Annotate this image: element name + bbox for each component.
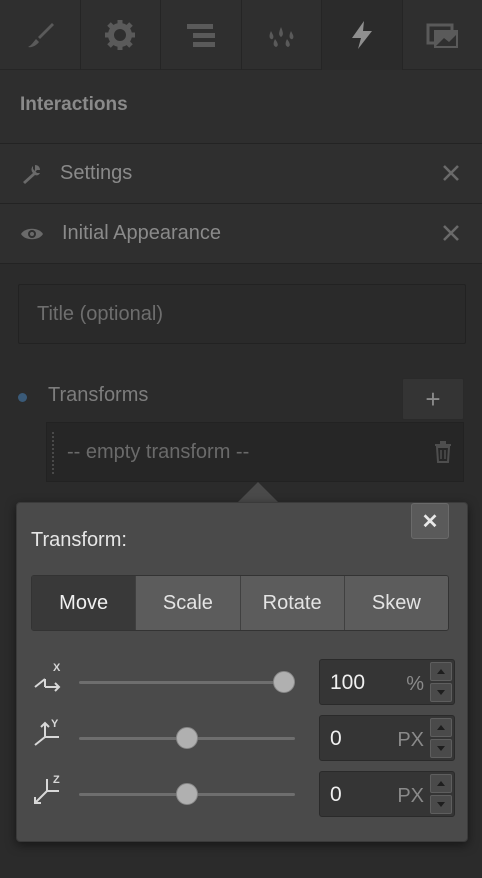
drops-icon: [269, 27, 294, 47]
mode-move-button[interactable]: Move: [32, 576, 137, 630]
axis-z-stepper[interactable]: [430, 774, 452, 814]
lightning-icon: [351, 21, 372, 49]
axis-y-row: Y 0 PX: [31, 715, 455, 763]
section-settings[interactable]: Settings: [0, 144, 482, 204]
wrench-icon: [23, 164, 40, 184]
axis-x-value-field[interactable]: 100 %: [319, 659, 455, 705]
tab-swatches[interactable]: [242, 0, 322, 70]
axis-x-slider-track[interactable]: [79, 681, 295, 684]
popover-close-button[interactable]: ✕: [411, 503, 449, 539]
axis-z-step-down[interactable]: [430, 795, 452, 814]
plus-icon: +: [425, 383, 441, 414]
axis-y-value-field[interactable]: 0 PX: [319, 715, 455, 761]
axis-z-icon: Z: [34, 774, 60, 804]
axis-y-step-up[interactable]: [430, 718, 452, 737]
toolbar: [0, 0, 482, 70]
close-icon[interactable]: [440, 162, 462, 184]
transform-item-label: -- empty transform --: [67, 440, 250, 463]
mode-rotate-button[interactable]: Rotate: [240, 576, 345, 630]
transform-list-item[interactable]: -- empty transform --: [46, 422, 464, 482]
axis-y-stepper[interactable]: [430, 718, 452, 758]
section-initial-appearance-label: Initial Appearance: [62, 222, 222, 244]
axis-z-value-field[interactable]: 0 PX: [319, 771, 455, 817]
axis-z-value[interactable]: 0: [330, 783, 342, 807]
chevron-down-icon: [437, 802, 445, 807]
section-settings-label: Settings: [60, 162, 133, 184]
add-transform-button[interactable]: +: [402, 378, 464, 420]
transforms-label: Transforms: [48, 384, 149, 406]
chevron-up-icon: [437, 781, 445, 786]
axis-y-step-down[interactable]: [430, 739, 452, 758]
axis-y-slider-knob[interactable]: [176, 727, 198, 749]
image-assets-icon: [426, 23, 459, 48]
close-icon: ✕: [421, 510, 439, 533]
chevron-up-icon: [437, 725, 445, 730]
tab-interactions[interactable]: [322, 0, 403, 70]
axis-z-step-up[interactable]: [430, 774, 452, 793]
transform-mode-selector: Move Scale Rotate Skew: [31, 575, 449, 631]
tab-settings[interactable]: [81, 0, 161, 70]
status-dot: [18, 393, 27, 402]
panel-header: Interactions: [0, 70, 482, 144]
tab-style[interactable]: [0, 0, 81, 70]
section-initial-appearance[interactable]: Initial Appearance: [0, 204, 482, 264]
eye-icon: [21, 228, 43, 239]
tab-assets[interactable]: [403, 0, 482, 70]
chevron-up-icon: [437, 669, 445, 674]
axis-x-stepper[interactable]: [430, 662, 452, 702]
transform-popover: ✕ Transform: Move Scale Rotate Skew X 10…: [16, 502, 468, 842]
tab-navigator[interactable]: [161, 0, 242, 70]
axis-x-letter: X: [53, 662, 61, 674]
brush-icon: [27, 23, 54, 48]
axis-x-unit[interactable]: %: [406, 673, 424, 696]
axis-y-icon: Y: [34, 718, 59, 746]
popover-arrow: [238, 482, 278, 502]
title-input[interactable]: Title (optional): [18, 284, 466, 344]
axis-x-slider-knob[interactable]: [273, 671, 295, 693]
popover-title: Transform:: [31, 529, 127, 551]
axis-y-letter: Y: [51, 718, 59, 730]
axis-x-step-down[interactable]: [430, 683, 452, 702]
axis-z-slider-knob[interactable]: [176, 783, 198, 805]
transforms-header: Transforms +: [18, 378, 466, 420]
axis-x-row: X 100 %: [31, 659, 455, 707]
axis-y-unit[interactable]: PX: [397, 729, 424, 752]
mode-scale-button[interactable]: Scale: [136, 576, 241, 630]
axis-y-value[interactable]: 0: [330, 727, 342, 751]
drag-handle-icon[interactable]: [51, 431, 55, 475]
trash-icon[interactable]: [433, 441, 453, 463]
mode-skew-button[interactable]: Skew: [344, 576, 448, 630]
gear-icon: [105, 20, 136, 50]
chevron-down-icon: [437, 690, 445, 695]
axis-x-icon: X: [34, 662, 61, 692]
axis-x-step-up[interactable]: [430, 662, 452, 681]
axis-z-unit[interactable]: PX: [397, 785, 424, 808]
close-icon[interactable]: [440, 222, 462, 244]
align-lines-icon: [186, 24, 215, 47]
panel-title: Interactions: [20, 94, 128, 115]
axis-z-row: Z 0 PX: [31, 771, 455, 819]
axis-z-letter: Z: [53, 774, 60, 786]
axis-x-value[interactable]: 100: [330, 671, 365, 695]
chevron-down-icon: [437, 746, 445, 751]
